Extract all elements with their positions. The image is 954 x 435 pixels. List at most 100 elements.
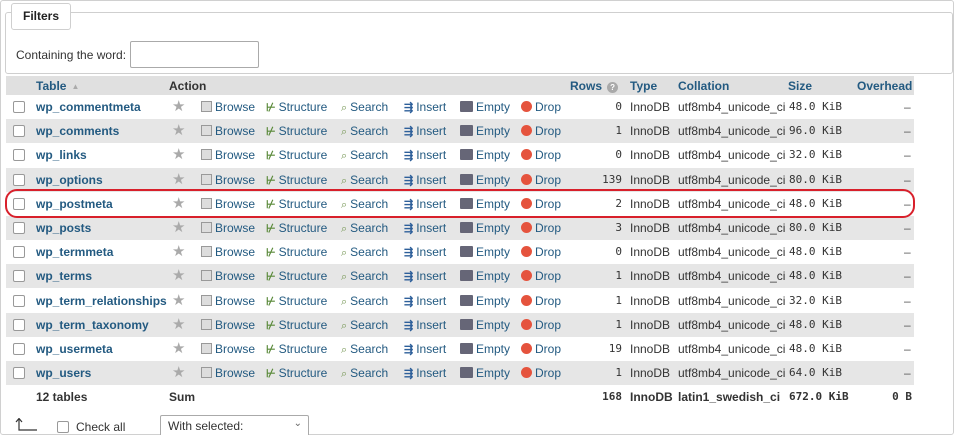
search-action[interactable]: ⌕ Search	[341, 148, 388, 163]
empty-action[interactable]: Empty	[460, 148, 510, 162]
structure-action[interactable]: ⊬ Structure	[266, 245, 327, 259]
table-name-link[interactable]: wp_terms	[36, 269, 92, 283]
row-checkbox[interactable]	[13, 222, 25, 234]
table-name-link[interactable]: wp_options	[36, 173, 103, 187]
empty-action[interactable]: Empty	[460, 342, 510, 356]
browse-action[interactable]: Browse	[201, 294, 255, 308]
search-action[interactable]: ⌕ Search	[341, 294, 388, 309]
row-checkbox[interactable]	[13, 246, 25, 259]
empty-action[interactable]: Empty	[460, 318, 510, 332]
structure-action[interactable]: ⊬ Structure	[266, 124, 327, 138]
search-action[interactable]: ⌕ Search	[341, 100, 388, 115]
col-overhead-header[interactable]: Overhead	[857, 79, 912, 93]
structure-action[interactable]: ⊬ Structure	[266, 318, 327, 332]
filter-input[interactable]	[130, 41, 259, 68]
col-rows-header[interactable]: Rows?	[570, 79, 619, 93]
size-value[interactable]: 48.0 KiB	[789, 100, 842, 113]
insert-action[interactable]: ⇶ Insert	[404, 245, 446, 259]
size-value[interactable]: 48.0 KiB	[789, 342, 842, 355]
drop-action[interactable]: Drop	[521, 173, 561, 187]
insert-action[interactable]: ⇶ Insert	[404, 269, 446, 283]
help-icon[interactable]: ?	[607, 82, 619, 93]
search-action[interactable]: ⌕ Search	[341, 269, 388, 284]
star-icon[interactable]: ★	[172, 170, 185, 188]
drop-action[interactable]: Drop	[521, 221, 561, 235]
star-icon[interactable]: ★	[172, 363, 185, 381]
browse-action[interactable]: Browse	[201, 148, 255, 162]
browse-action[interactable]: Browse	[201, 269, 255, 283]
browse-action[interactable]: Browse	[201, 221, 255, 235]
structure-action[interactable]: ⊬ Structure	[266, 366, 327, 380]
row-checkbox[interactable]	[13, 318, 25, 331]
insert-action[interactable]: ⇶ Insert	[404, 148, 446, 162]
insert-action[interactable]: ⇶ Insert	[404, 124, 446, 138]
row-checkbox[interactable]	[13, 343, 25, 355]
check-all-label[interactable]: Check all	[76, 420, 125, 434]
with-selected-dropdown[interactable]: With selected: ⌄	[160, 415, 309, 435]
empty-action[interactable]: Empty	[460, 366, 510, 380]
size-value[interactable]: 32.0 KiB	[789, 148, 842, 161]
table-name-link[interactable]: wp_comments	[36, 124, 119, 138]
col-type-header[interactable]: Type	[630, 79, 657, 93]
col-size-header[interactable]: Size	[788, 79, 812, 93]
search-action[interactable]: ⌕ Search	[341, 124, 388, 139]
structure-action[interactable]: ⊬ Structure	[266, 173, 327, 187]
browse-action[interactable]: Browse	[201, 318, 255, 332]
search-action[interactable]: ⌕ Search	[341, 342, 388, 357]
star-icon[interactable]: ★	[172, 97, 185, 115]
drop-action[interactable]: Drop	[521, 100, 561, 114]
structure-action[interactable]: ⊬ Structure	[266, 148, 327, 162]
row-checkbox[interactable]	[13, 367, 25, 380]
drop-action[interactable]: Drop	[521, 148, 561, 162]
star-icon[interactable]: ★	[172, 291, 185, 309]
table-name-link[interactable]: wp_term_taxonomy	[36, 318, 149, 332]
browse-action[interactable]: Browse	[201, 173, 255, 187]
row-checkbox[interactable]	[13, 101, 25, 113]
structure-action[interactable]: ⊬ Structure	[266, 342, 327, 356]
row-checkbox[interactable]	[13, 125, 25, 138]
star-icon[interactable]: ★	[172, 218, 185, 236]
row-checkbox[interactable]	[13, 149, 25, 162]
empty-action[interactable]: Empty	[460, 173, 510, 187]
insert-action[interactable]: ⇶ Insert	[404, 173, 446, 187]
size-value[interactable]: 64.0 KiB	[789, 366, 842, 379]
star-icon[interactable]: ★	[172, 242, 185, 260]
drop-action[interactable]: Drop	[521, 366, 561, 380]
table-name-link[interactable]: wp_posts	[36, 221, 91, 235]
browse-action[interactable]: Browse	[201, 366, 255, 380]
empty-action[interactable]: Empty	[460, 124, 510, 138]
browse-action[interactable]: Browse	[201, 342, 255, 356]
empty-action[interactable]: Empty	[460, 100, 510, 114]
insert-action[interactable]: ⇶ Insert	[404, 318, 446, 332]
search-action[interactable]: ⌕ Search	[341, 318, 388, 333]
table-name-link[interactable]: wp_term_relationships	[36, 294, 167, 308]
structure-action[interactable]: ⊬ Structure	[266, 221, 327, 235]
structure-action[interactable]: ⊬ Structure	[266, 100, 327, 114]
size-value[interactable]: 80.0 KiB	[789, 173, 842, 186]
insert-action[interactable]: ⇶ Insert	[404, 100, 446, 114]
browse-action[interactable]: Browse	[201, 100, 255, 114]
size-value[interactable]: 48.0 KiB	[789, 245, 842, 258]
search-action[interactable]: ⌕ Search	[341, 173, 388, 188]
table-name-link[interactable]: wp_users	[36, 366, 91, 380]
drop-action[interactable]: Drop	[521, 318, 561, 332]
row-checkbox[interactable]	[13, 270, 25, 283]
drop-action[interactable]: Drop	[521, 342, 561, 356]
table-name-link[interactable]: wp_usermeta	[36, 342, 113, 356]
star-icon[interactable]: ★	[172, 121, 185, 139]
col-collation-header[interactable]: Collation	[678, 79, 729, 93]
insert-action[interactable]: ⇶ Insert	[404, 366, 446, 380]
drop-action[interactable]: Drop	[521, 124, 561, 138]
empty-action[interactable]: Empty	[460, 245, 510, 259]
insert-action[interactable]: ⇶ Insert	[404, 294, 446, 308]
search-action[interactable]: ⌕ Search	[341, 221, 388, 236]
insert-action[interactable]: ⇶ Insert	[404, 221, 446, 235]
insert-action[interactable]: ⇶ Insert	[404, 342, 446, 356]
structure-action[interactable]: ⊬ Structure	[266, 294, 327, 308]
star-icon[interactable]: ★	[172, 315, 185, 333]
empty-action[interactable]: Empty	[460, 221, 510, 235]
star-icon[interactable]: ★	[172, 145, 185, 163]
star-icon[interactable]: ★	[172, 339, 185, 357]
structure-action[interactable]: ⊬ Structure	[266, 269, 327, 283]
size-value[interactable]: 80.0 KiB	[789, 221, 842, 234]
